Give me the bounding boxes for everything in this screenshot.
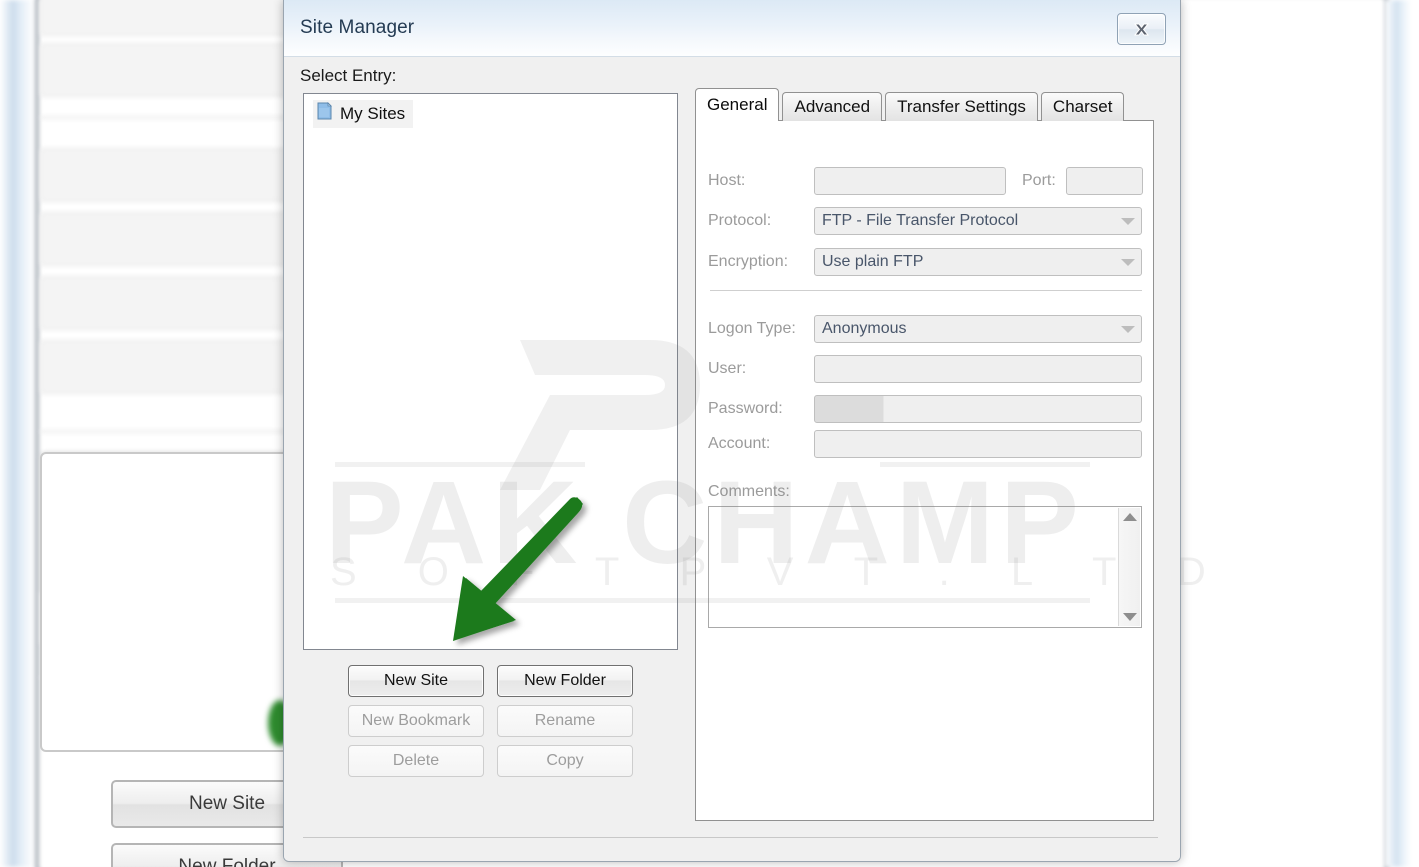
logon-type-label: Logon Type: <box>708 320 796 337</box>
entry-actions-row-1: New Site New Folder <box>348 665 643 697</box>
new-folder-button[interactable]: New Folder <box>497 665 633 697</box>
dialog-titlebar: Site Manager <box>284 0 1180 57</box>
port-label: Port: <box>1022 172 1056 189</box>
host-input[interactable] <box>814 167 1006 195</box>
logon-type-value: Anonymous <box>822 320 907 337</box>
background-right-edge <box>1385 0 1411 867</box>
site-tree-panel[interactable]: My Sites <box>303 93 678 650</box>
password-label: Password: <box>708 400 783 417</box>
dialog-title: Site Manager <box>300 17 415 38</box>
tree-item-label: My Sites <box>340 104 406 123</box>
entry-actions-row-3: Delete Copy <box>348 745 643 777</box>
new-bookmark-button[interactable]: New Bookmark <box>348 705 484 737</box>
encryption-label: Encryption: <box>708 253 789 270</box>
user-label: User: <box>708 360 747 377</box>
host-label: Host: <box>708 172 746 189</box>
settings-tabs: General Advanced Transfer Settings Chars… <box>695 88 1127 122</box>
scroll-down-arrow-icon[interactable] <box>1122 613 1137 621</box>
encryption-field-row: Encryption: Use plain FTP <box>708 248 1142 276</box>
protocol-value: FTP - File Transfer Protocol <box>822 212 1019 229</box>
folder-icon <box>316 102 333 126</box>
encryption-value: Use plain FTP <box>822 253 924 270</box>
user-field-row: User: <box>708 355 1142 383</box>
delete-button[interactable]: Delete <box>348 745 484 777</box>
comments-textarea[interactable] <box>708 506 1142 628</box>
dialog-body: Select Entry: My Sites New Site New Fold… <box>284 57 1180 861</box>
rename-button[interactable]: Rename <box>497 705 633 737</box>
select-entry-label: Select Entry: <box>300 66 397 85</box>
port-input[interactable] <box>1065 167 1143 195</box>
chevron-down-icon <box>1121 217 1135 225</box>
footer-divider <box>303 837 1158 838</box>
background-left-edge <box>0 0 34 867</box>
logon-type-field-row: Logon Type: Anonymous <box>708 315 1142 343</box>
general-tab-panel: Host: Port: Protocol: FTP - File Transfe… <box>695 120 1154 821</box>
protocol-label: Protocol: <box>708 212 772 229</box>
comments-label: Comments: <box>708 483 790 500</box>
section-divider <box>710 290 1142 291</box>
chevron-down-icon <box>1121 258 1135 266</box>
protocol-select[interactable]: FTP - File Transfer Protocol <box>814 207 1142 235</box>
scroll-up-arrow-icon[interactable] <box>1122 513 1137 521</box>
password-field-row: Password: <box>708 395 1142 423</box>
account-field-row: Account: <box>708 430 1142 458</box>
site-manager-dialog: Site Manager Select Entry: My Sites New … <box>283 0 1181 862</box>
tab-transfer-settings[interactable]: Transfer Settings <box>885 92 1038 121</box>
entry-actions-group: New Site New Folder New Bookmark Rename … <box>348 665 643 785</box>
tab-advanced[interactable]: Advanced <box>782 92 883 121</box>
host-field-row: Host: Port: <box>708 167 1143 195</box>
close-icon[interactable] <box>1117 13 1166 45</box>
password-input[interactable] <box>814 395 1142 423</box>
user-input[interactable] <box>814 355 1142 383</box>
tree-item-my-sites[interactable]: My Sites <box>313 100 414 128</box>
logon-type-select[interactable]: Anonymous <box>814 315 1142 343</box>
copy-button[interactable]: Copy <box>497 745 633 777</box>
encryption-select[interactable]: Use plain FTP <box>814 248 1142 276</box>
protocol-field-row: Protocol: FTP - File Transfer Protocol <box>708 207 1142 235</box>
tab-charset[interactable]: Charset <box>1040 92 1125 121</box>
account-label: Account: <box>708 435 771 452</box>
account-input[interactable] <box>814 430 1142 458</box>
comments-scrollbar[interactable] <box>1118 508 1140 626</box>
tab-general[interactable]: General <box>695 88 780 122</box>
new-site-button[interactable]: New Site <box>348 665 484 697</box>
entry-actions-row-2: New Bookmark Rename <box>348 705 643 737</box>
chevron-down-icon <box>1121 325 1135 333</box>
